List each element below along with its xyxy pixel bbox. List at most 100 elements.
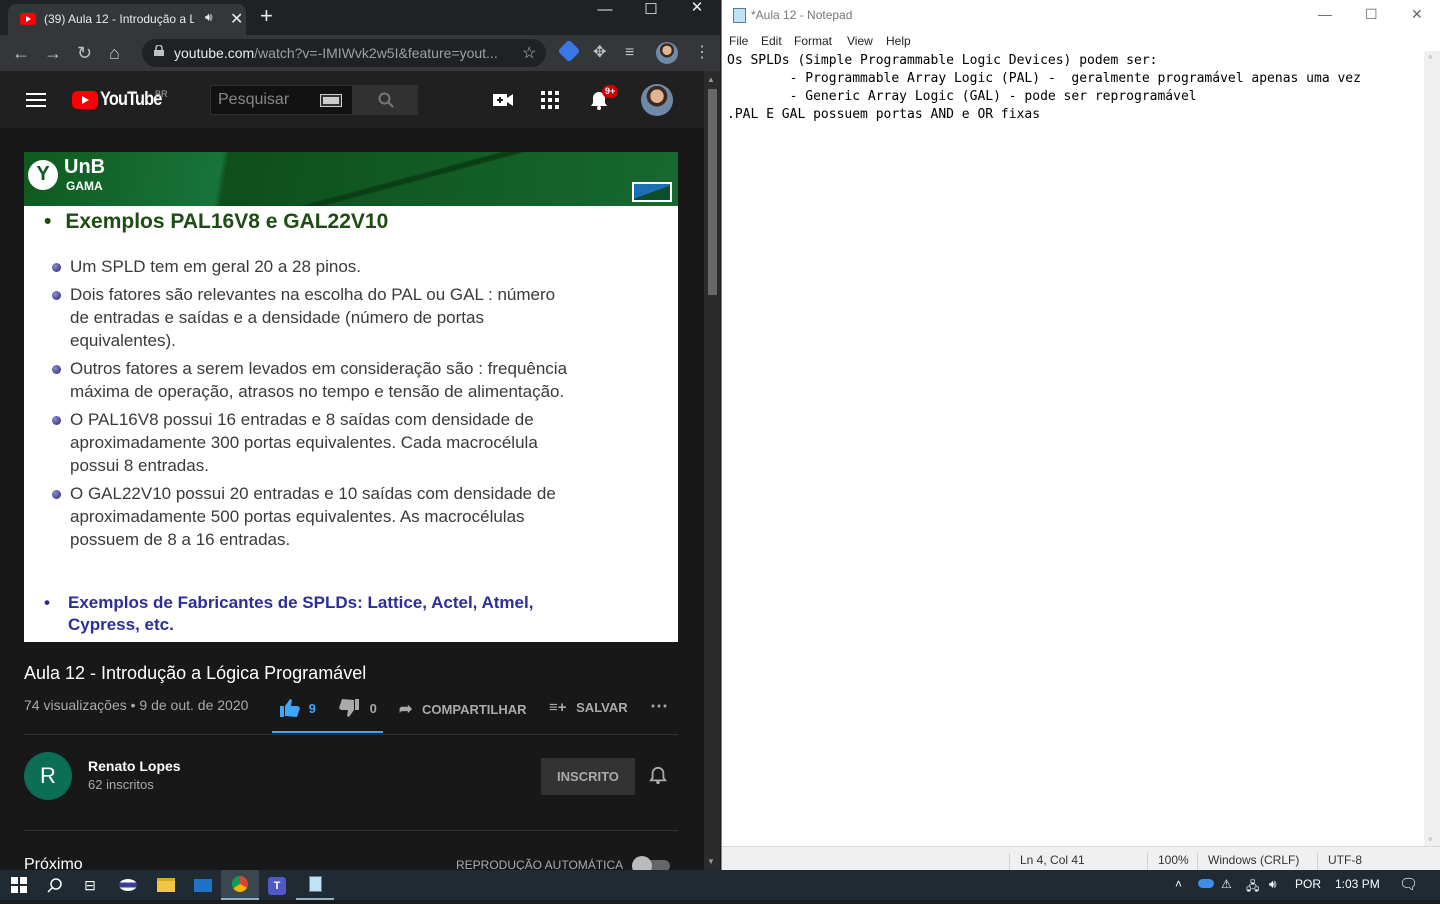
notepad-title: *Aula 12 - Notepad — [751, 8, 853, 22]
language-indicator[interactable]: POR — [1295, 877, 1321, 891]
notepad-taskbar-icon[interactable] — [296, 870, 334, 900]
notification-badge: 9+ — [602, 85, 619, 98]
search-button[interactable] — [353, 85, 418, 115]
video-player[interactable]: Y UnB GAMA • Exemplos PAL16V8 e GAL22V10 … — [24, 152, 678, 642]
share-button[interactable]: ➦ COMPARTILHAR — [399, 699, 527, 719]
youtube-logo-icon[interactable] — [72, 91, 98, 109]
scroll-up-icon[interactable]: ˄ — [1428, 53, 1433, 62]
action-center-icon[interactable]: 🗨︎ — [1399, 875, 1418, 893]
menu-file[interactable]: File — [729, 34, 748, 48]
new-tab-button[interactable]: + — [260, 4, 273, 28]
volume-icon[interactable]: 🔊︎ — [1269, 877, 1277, 892]
channel-subscribers: 62 inscritos — [88, 777, 154, 792]
file-explorer-icon[interactable] — [147, 870, 185, 900]
menu-view[interactable]: View — [847, 34, 873, 48]
show-hidden-icons[interactable]: ˄ — [1175, 877, 1182, 891]
apps-grid-icon[interactable] — [541, 91, 559, 114]
playlist-add-icon: ≡+ — [549, 699, 567, 716]
slide-bullet-list: Um SPLD tem em geral 20 a 28 pinos. Dois… — [52, 255, 572, 556]
notepad-scrollbar[interactable]: ˄ ˅ — [1424, 51, 1440, 846]
menu-format[interactable]: Format — [794, 34, 832, 48]
task-view-icon[interactable]: ⊟ — [71, 870, 109, 900]
like-ratio-bar — [272, 731, 383, 733]
profile-avatar[interactable] — [656, 42, 678, 64]
search-taskbar-icon[interactable] — [36, 870, 74, 900]
notepad-maximize-button[interactable]: ☐ — [1365, 6, 1378, 23]
address-bar[interactable]: youtube.com/watch?v=-IMIWvk2w5I&feature=… — [142, 39, 546, 67]
notepad-minimize-button[interactable]: — — [1318, 6, 1332, 22]
keyboard-icon[interactable] — [321, 95, 341, 106]
account-avatar[interactable] — [641, 84, 673, 116]
notepad-menubar: File Edit Format View Help — [722, 31, 1440, 51]
channel-name[interactable]: Renato Lopes — [88, 758, 181, 774]
video-title: Aula 12 - Introdução a Lógica Programáve… — [24, 663, 367, 683]
search-icon — [378, 92, 394, 108]
channel-avatar[interactable]: R — [24, 752, 72, 800]
save-button[interactable]: ≡+ SALVAR — [549, 699, 628, 716]
thumbs-down-icon — [339, 699, 359, 717]
back-icon[interactable]: ← — [12, 42, 30, 64]
page-scrollbar[interactable]: ▲ ▼ — [704, 71, 720, 870]
minimize-button[interactable]: — — [582, 2, 628, 32]
chrome-menu-icon[interactable]: ⋮ — [694, 42, 710, 64]
notepad-text-area[interactable]: Os SPLDs (Simple Programmable Logic Devi… — [722, 51, 1424, 846]
mail-icon[interactable] — [184, 870, 222, 900]
tab-close-icon[interactable]: ✕ — [230, 9, 243, 29]
forward-icon[interactable]: → — [44, 42, 62, 64]
warning-icon[interactable]: ⚠ — [1221, 877, 1232, 891]
url-text: youtube.com/watch?v=-IMIWvk2w5I&feature=… — [174, 45, 498, 61]
menu-help[interactable]: Help — [886, 34, 911, 48]
onedrive-cloud-icon[interactable] — [1198, 877, 1214, 891]
speaker-icon[interactable]: 🔊︎ — [205, 10, 213, 25]
windows-logo-icon — [11, 877, 27, 893]
teams-icon[interactable]: T — [258, 870, 296, 900]
extensions-puzzle-icon[interactable]: ✥ — [593, 42, 606, 64]
scrollbar-thumb[interactable] — [708, 89, 717, 295]
extension-shield-icon[interactable] — [557, 39, 581, 63]
line-ending: Windows (CRLF) — [1197, 853, 1317, 871]
menu-hamburger-icon[interactable] — [26, 93, 46, 107]
network-icon[interactable]: 🖧︎ — [1246, 877, 1259, 898]
flag-icon — [632, 182, 672, 202]
dislike-button[interactable]: 0 — [339, 699, 377, 717]
autoplay-label: REPRODUÇÃO AUTOMÁTICA — [456, 858, 624, 870]
encoding: UTF-8 — [1317, 853, 1427, 871]
slide-bullet: Outros fatores a serem levados em consid… — [52, 357, 572, 403]
zoom-level: 100% — [1147, 853, 1197, 871]
maximize-button[interactable]: ☐ — [628, 2, 674, 32]
scroll-down-icon[interactable]: ▼ — [707, 857, 715, 866]
scroll-up-icon[interactable]: ▲ — [707, 75, 715, 84]
slide-bullet: O PAL16V8 possui 16 entradas e 8 saídas … — [52, 408, 572, 477]
start-button[interactable] — [0, 870, 38, 900]
cursor-position: Ln 4, Col 41 — [1009, 853, 1149, 871]
close-button[interactable]: ✕ — [674, 0, 720, 30]
autoplay-toggle[interactable] — [632, 856, 670, 870]
save-label: SALVAR — [576, 700, 628, 715]
notepad-icon — [733, 8, 746, 23]
chrome-window: (39) Aula 12 - Introdução a Lógica Progr… — [0, 0, 720, 870]
divider — [24, 734, 678, 735]
more-actions-icon[interactable]: ⋯ — [650, 696, 668, 717]
home-icon[interactable]: ⌂ — [109, 42, 120, 64]
app-taskbar-icon[interactable] — [109, 870, 147, 900]
subscribed-button[interactable]: INSCRITO — [541, 758, 635, 795]
lock-icon — [154, 45, 164, 56]
slide-logo-subtext: GAMA — [66, 179, 103, 193]
create-video-icon[interactable] — [493, 91, 513, 113]
youtube-logo-text[interactable]: YouTube — [100, 89, 162, 111]
media-control-icon[interactable]: ≡ — [625, 42, 634, 64]
bookmark-star-icon[interactable]: ☆ — [522, 43, 536, 63]
slide-bullet: Um SPLD tem em geral 20 a 28 pinos. — [52, 255, 572, 278]
browser-tab[interactable]: (39) Aula 12 - Introdução a Lógica Progr… — [8, 4, 246, 35]
slide-bullet: Dois fatores são relevantes na escolha d… — [52, 283, 572, 352]
channel-bell-icon[interactable] — [649, 765, 667, 790]
notepad-close-button[interactable]: ✕ — [1411, 6, 1423, 23]
scroll-down-icon[interactable]: ˅ — [1428, 835, 1433, 844]
tab-strip: (39) Aula 12 - Introdução a Lógica Progr… — [0, 0, 720, 35]
clock-time[interactable]: 1:03 PM — [1335, 877, 1380, 891]
menu-edit[interactable]: Edit — [761, 34, 782, 48]
youtube-favicon-icon — [20, 13, 36, 25]
reload-icon[interactable]: ↻ — [77, 42, 92, 64]
like-button[interactable]: 9 — [280, 699, 316, 717]
chrome-taskbar-icon[interactable] — [221, 870, 259, 900]
